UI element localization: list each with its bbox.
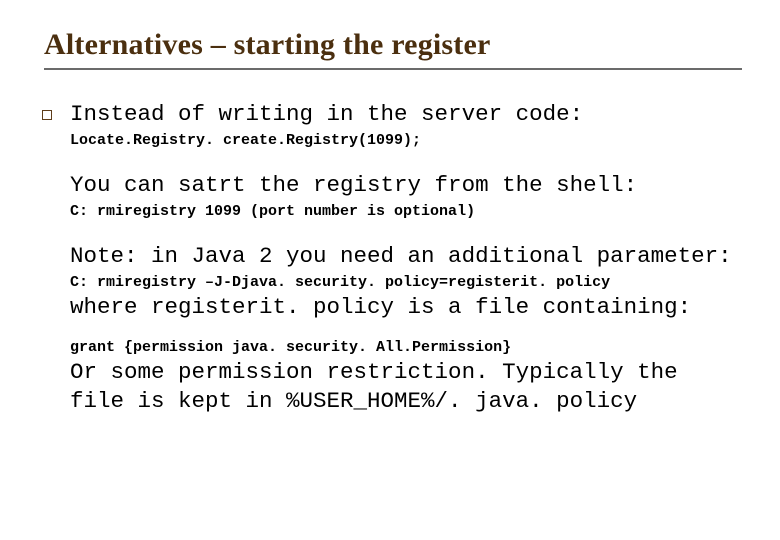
bullet-content: Instead of writing in the server code: L… [70,100,742,416]
title-block: Alternatives – starting the register [44,28,742,70]
text-line-3: Note: in Java 2 you need an additional p… [70,242,742,271]
bullet-item: Instead of writing in the server code: L… [42,100,742,416]
text-line-5: Or some permission restriction. Typicall… [70,358,742,416]
code-line-4: grant {permission java. security. All.Pe… [70,338,742,358]
text-line-1: Instead of writing in the server code: [70,100,742,129]
bullet-icon [42,110,52,120]
text-line-2: You can satrt the registry from the shel… [70,171,742,200]
title-underline [44,68,742,70]
slide-title: Alternatives – starting the register [44,28,742,62]
text-line-4: where registerit. policy is a file conta… [70,293,742,322]
code-line-1: Locate.Registry. create.Registry(1099); [70,131,742,151]
slide-body: Instead of writing in the server code: L… [42,100,742,416]
code-line-3: C: rmiregistry –J-Djava. security. polic… [70,273,742,293]
code-line-2: C: rmiregistry 1099 (port number is opti… [70,202,742,222]
slide-container: Alternatives – starting the register Ins… [0,0,780,540]
